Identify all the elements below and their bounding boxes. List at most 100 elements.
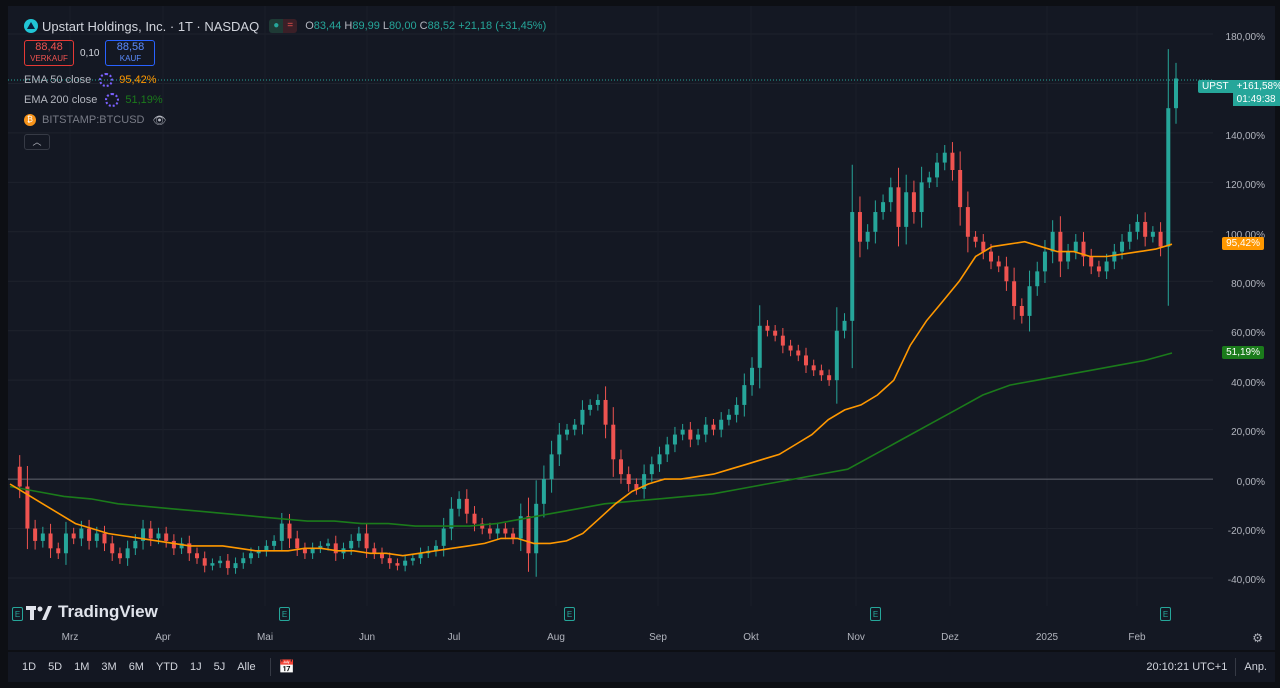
candle-body — [603, 399, 608, 425]
range-button-1d[interactable]: 1D — [16, 661, 42, 673]
candle-body — [495, 528, 500, 534]
app-window: Upstart Holdings, Inc. · 1T · NASDAQ ● =… — [0, 0, 1280, 688]
indicator-ema200[interactable]: EMA 200 close 51,19% — [24, 90, 546, 110]
candle-body — [680, 429, 685, 435]
range-button-1j[interactable]: 1J — [184, 661, 208, 673]
chart-legend: Upstart Holdings, Inc. · 1T · NASDAQ ● =… — [24, 16, 546, 150]
bar-countdown: 01:49:38 — [1236, 94, 1276, 105]
y-tick-label: 180,00% — [1225, 32, 1265, 43]
eye-hidden-icon[interactable]: 👁 — [152, 114, 166, 127]
candle-body — [750, 367, 755, 386]
candle-body — [834, 330, 839, 381]
candle-body — [796, 350, 801, 356]
earnings-marker[interactable]: E — [870, 607, 881, 621]
ohlc-values: O83,44 H89,99 L80,00 C88,52 +21,18 (+31,… — [305, 20, 546, 32]
earnings-marker[interactable]: E — [564, 607, 575, 621]
candle-body — [279, 523, 284, 541]
loading-icon — [99, 73, 114, 87]
y-tick-label: 140,00% — [1225, 130, 1265, 142]
range-buttons: 1D 5D 1M 3M 6M YTD 1J 5J Alle — [16, 661, 262, 673]
candle-body — [1035, 271, 1040, 287]
y-tick-label: -40,00% — [1227, 575, 1265, 587]
candle-body — [580, 409, 585, 425]
range-button-6m[interactable]: 6M — [123, 661, 150, 673]
candle-body — [1143, 221, 1148, 237]
x-tick-label: Okt — [743, 632, 759, 643]
candle-body — [1135, 221, 1140, 232]
range-button-5j[interactable]: 5J — [208, 661, 232, 673]
candle-body — [87, 528, 92, 541]
candle-body — [911, 192, 916, 213]
tradingview-logo[interactable]: TradingView — [26, 602, 158, 622]
chart-pane[interactable]: Upstart Holdings, Inc. · 1T · NASDAQ ● =… — [8, 6, 1280, 650]
candle-body — [364, 533, 369, 549]
x-tick-label: Jun — [358, 632, 376, 643]
candle-body — [333, 543, 338, 554]
candle-body — [780, 335, 785, 346]
ema200-line — [9, 352, 1173, 527]
candle-body — [356, 533, 361, 541]
symbol-title[interactable]: Upstart Holdings, Inc. · 1T · NASDAQ — [42, 19, 259, 34]
symbol-price-label: UPST +161,58% 01:49:38 — [1198, 80, 1280, 106]
range-button-1m[interactable]: 1M — [68, 661, 95, 673]
date-range-icon[interactable]: 📅 — [279, 659, 295, 675]
candle-body — [988, 251, 993, 262]
earnings-marker[interactable]: E — [12, 607, 23, 621]
candle-body — [1166, 108, 1171, 247]
buy-button[interactable]: 88,58 KAUF — [105, 40, 156, 66]
adjust-button[interactable]: Anp. — [1244, 661, 1267, 673]
y-tick-label: 40,00% — [1231, 377, 1265, 389]
candle-body — [40, 533, 45, 541]
candle-body — [1089, 256, 1094, 267]
settings-icon[interactable]: ⚙ — [1252, 631, 1263, 645]
x-tick-label: Mrz — [61, 632, 79, 643]
candle-body — [734, 404, 739, 415]
y-tick-label: 120,00% — [1225, 180, 1265, 192]
earnings-marker[interactable]: E — [1160, 607, 1171, 621]
earnings-marker[interactable]: E — [279, 607, 290, 621]
close-value: 88,52 — [427, 20, 456, 32]
sell-button[interactable]: 88,48 VERKAUF — [24, 40, 74, 66]
bottom-toolbar: 1D 5D 1M 3M 6M YTD 1J 5J Alle 📅 20:10:21 UTC+1 A… — [8, 652, 1275, 682]
ema200-price-label: 51,19% — [1222, 346, 1264, 359]
candle-body — [927, 177, 932, 183]
candle-body — [1127, 231, 1132, 242]
indicator-ema50[interactable]: EMA 50 close 95,42% — [24, 70, 546, 90]
candle-body — [94, 533, 99, 541]
bitcoin-icon: ₿ — [24, 114, 36, 126]
symbol-logo-icon — [24, 19, 38, 33]
trade-buttons: 88,48 VERKAUF 0,10 88,58 KAUF — [24, 40, 546, 66]
candle-body — [287, 523, 292, 539]
y-tick-label: 60,00% — [1231, 328, 1265, 340]
candle-body — [857, 212, 862, 242]
range-button-alle[interactable]: Alle — [231, 661, 261, 673]
candle-body — [1150, 231, 1155, 237]
ema50-line — [9, 240, 1173, 557]
compare-symbol[interactable]: ₿ BITSTAMP:BTCUSD 👁 — [24, 110, 546, 130]
candle-body — [618, 459, 623, 475]
divider — [1235, 658, 1237, 676]
spread-value: 0,10 — [80, 47, 100, 59]
range-button-3m[interactable]: 3M — [95, 661, 122, 673]
candle-body — [472, 513, 477, 524]
candle-body — [48, 533, 53, 549]
candle-body — [133, 540, 138, 549]
candle-body — [881, 202, 886, 213]
candle-body — [457, 498, 462, 509]
candle-body — [919, 182, 924, 213]
clock[interactable]: 20:10:21 UTC+1 — [1146, 661, 1227, 673]
y-tick-label: 80,00% — [1231, 279, 1265, 290]
candle-body — [827, 375, 832, 381]
candle-body — [688, 429, 693, 440]
x-tick-label: 2025 — [1035, 632, 1059, 643]
range-button-ytd[interactable]: YTD — [150, 661, 184, 673]
equal-icon: = — [283, 19, 298, 33]
candle-body — [1096, 266, 1101, 272]
candle-body — [71, 533, 76, 539]
candle-body — [588, 404, 593, 410]
range-button-5d[interactable]: 5D — [42, 661, 68, 673]
y-tick-label: 0,00% — [1236, 476, 1265, 488]
candle-body — [742, 385, 747, 405]
collapse-legend-button[interactable]: ︿ — [24, 134, 50, 150]
market-open-icon: ● — [269, 19, 284, 33]
